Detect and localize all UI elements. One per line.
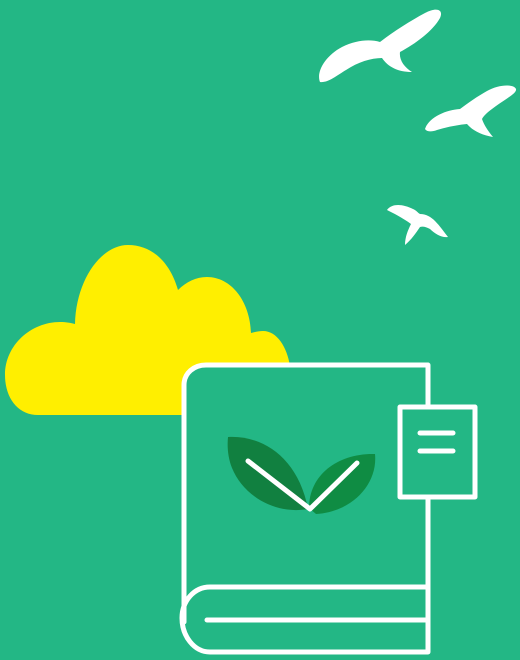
book-body-fill xyxy=(184,365,428,656)
bookmark-icon xyxy=(397,404,478,500)
eco-book-illustration xyxy=(0,0,520,660)
book-icon xyxy=(179,362,431,656)
illustration-scene xyxy=(0,0,520,660)
